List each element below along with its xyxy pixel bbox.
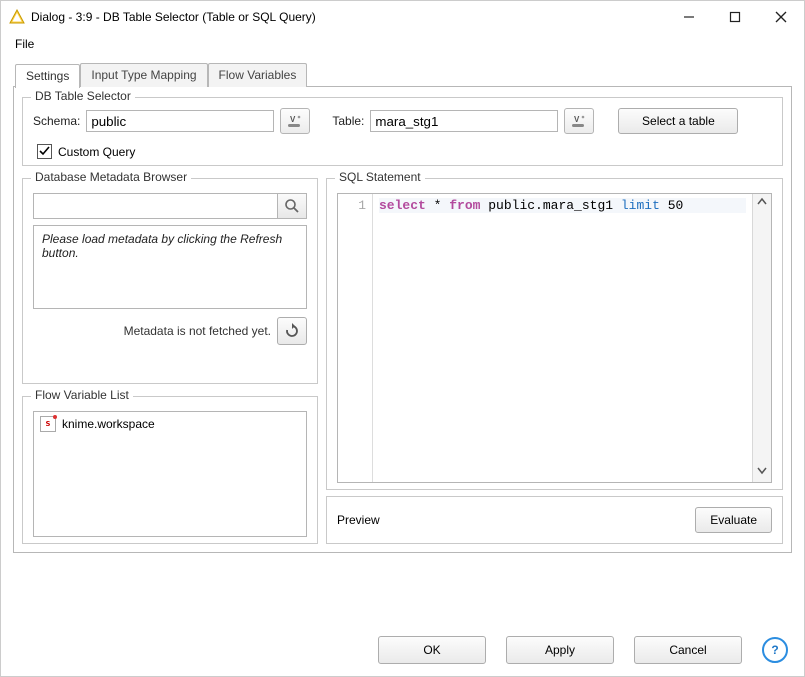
checkbox-icon bbox=[37, 144, 52, 159]
metadata-browser-group: Database Metadata Browser Please load me… bbox=[22, 178, 318, 384]
preview-panel: Preview Evaluate bbox=[326, 496, 783, 544]
tab-strip: Settings Input Type Mapping Flow Variabl… bbox=[15, 63, 792, 87]
help-icon: ? bbox=[771, 643, 778, 657]
svg-text:V: V bbox=[290, 115, 296, 124]
group-title-flowvars: Flow Variable List bbox=[31, 388, 133, 402]
preview-label: Preview bbox=[337, 513, 380, 527]
content-area: Settings Input Type Mapping Flow Variabl… bbox=[1, 55, 804, 624]
group-title-sql: SQL Statement bbox=[335, 170, 425, 184]
right-column: SQL Statement 1 select * from public.mar… bbox=[326, 172, 783, 544]
metadata-refresh-button[interactable] bbox=[277, 317, 307, 345]
svg-text:V: V bbox=[574, 115, 580, 124]
sql-kw-select: select bbox=[379, 198, 426, 213]
flow-variable-list-group: Flow Variable List s knime.workspace bbox=[22, 396, 318, 544]
group-title-selector: DB Table Selector bbox=[31, 89, 135, 103]
table-var-button[interactable]: V bbox=[564, 108, 594, 134]
titlebar: Dialog - 3:9 - DB Table Selector (Table … bbox=[1, 1, 804, 33]
menubar: File bbox=[1, 33, 804, 55]
sql-kw-limit: limit bbox=[621, 198, 660, 213]
schema-var-button[interactable]: V bbox=[280, 108, 310, 134]
cancel-button[interactable]: Cancel bbox=[634, 636, 742, 664]
flow-variable-label: knime.workspace bbox=[62, 417, 155, 431]
sql-statement-group: SQL Statement 1 select * from public.mar… bbox=[326, 178, 783, 490]
sql-tbl: public.mara_stg1 bbox=[480, 198, 620, 213]
split-zone: Database Metadata Browser Please load me… bbox=[22, 172, 783, 544]
metadata-search-input[interactable] bbox=[33, 193, 278, 219]
group-title-metadata: Database Metadata Browser bbox=[31, 170, 191, 184]
ok-button[interactable]: OK bbox=[378, 636, 486, 664]
evaluate-button[interactable]: Evaluate bbox=[695, 507, 772, 533]
close-button[interactable] bbox=[758, 1, 804, 33]
tab-body: DB Table Selector Schema: V Table: V Sel… bbox=[13, 86, 792, 553]
sql-code[interactable]: select * from public.mara_stg1 limit 50 bbox=[373, 194, 752, 482]
help-button[interactable]: ? bbox=[762, 637, 788, 663]
schema-input[interactable] bbox=[86, 110, 274, 132]
sql-scrollbar[interactable] bbox=[752, 194, 771, 482]
sql-star: * bbox=[426, 198, 449, 213]
metadata-message: Please load metadata by clicking the Ref… bbox=[33, 225, 307, 309]
scroll-up-icon[interactable] bbox=[757, 194, 767, 211]
minimize-button[interactable] bbox=[666, 1, 712, 33]
select-table-button[interactable]: Select a table bbox=[618, 108, 738, 134]
table-input[interactable] bbox=[370, 110, 558, 132]
window-title: Dialog - 3:9 - DB Table Selector (Table … bbox=[31, 10, 666, 24]
metadata-status-text: Metadata is not fetched yet. bbox=[124, 324, 271, 338]
app-icon bbox=[9, 9, 25, 25]
bottom-bar: OK Apply Cancel ? bbox=[1, 624, 804, 676]
dialog-window: Dialog - 3:9 - DB Table Selector (Table … bbox=[0, 0, 805, 677]
search-icon bbox=[284, 198, 300, 214]
sql-editor[interactable]: 1 select * from public.mara_stg1 limit 5… bbox=[337, 193, 772, 483]
string-var-icon: s bbox=[40, 416, 56, 432]
tab-input-type-mapping[interactable]: Input Type Mapping bbox=[80, 63, 207, 87]
metadata-search-button[interactable] bbox=[278, 193, 307, 219]
metadata-search-row bbox=[33, 193, 307, 219]
table-label: Table: bbox=[332, 114, 364, 128]
db-table-selector-group: DB Table Selector Schema: V Table: V Sel… bbox=[22, 97, 783, 166]
refresh-icon bbox=[284, 323, 300, 339]
sql-num: 50 bbox=[660, 198, 683, 213]
menu-file[interactable]: File bbox=[9, 35, 40, 53]
selector-row: Schema: V Table: V Select a table bbox=[33, 108, 772, 134]
window-controls bbox=[666, 1, 804, 33]
flow-variable-item[interactable]: s knime.workspace bbox=[40, 416, 300, 432]
custom-query-checkbox[interactable]: Custom Query bbox=[37, 144, 772, 159]
apply-button[interactable]: Apply bbox=[506, 636, 614, 664]
flow-variable-list[interactable]: s knime.workspace bbox=[33, 411, 307, 537]
sql-gutter: 1 bbox=[338, 194, 373, 482]
left-column: Database Metadata Browser Please load me… bbox=[22, 172, 318, 544]
schema-label: Schema: bbox=[33, 114, 80, 128]
tab-settings[interactable]: Settings bbox=[15, 64, 80, 88]
sql-kw-from: from bbox=[449, 198, 480, 213]
maximize-button[interactable] bbox=[712, 1, 758, 33]
scroll-down-icon[interactable] bbox=[757, 465, 767, 482]
metadata-status-line: Metadata is not fetched yet. bbox=[33, 317, 307, 345]
tab-flow-variables[interactable]: Flow Variables bbox=[208, 63, 308, 87]
custom-query-label: Custom Query bbox=[58, 145, 135, 159]
